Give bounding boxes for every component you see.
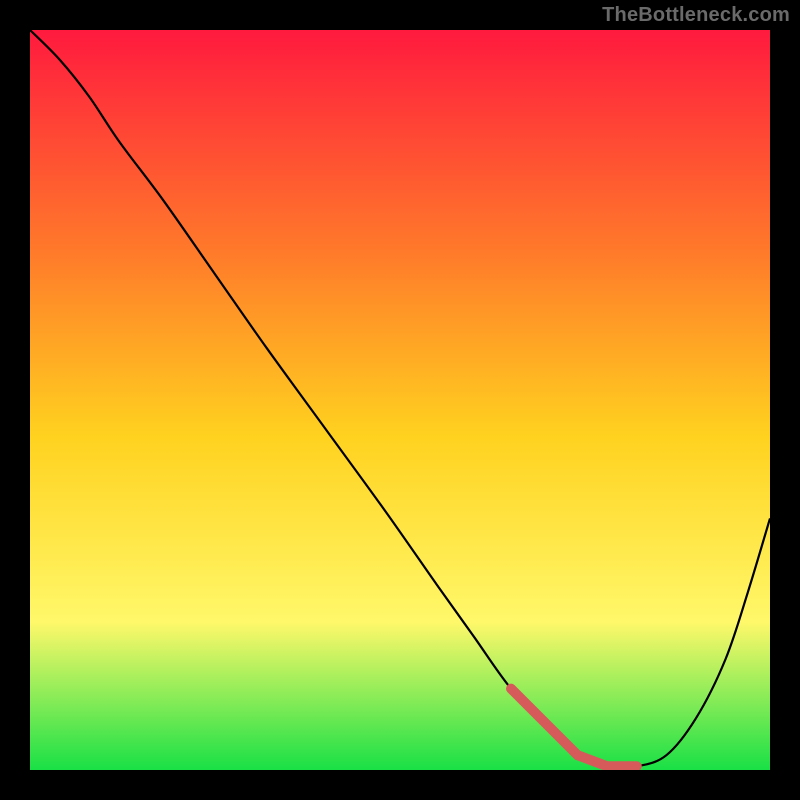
watermark-text: TheBottleneck.com: [602, 4, 790, 27]
gradient-background: [30, 30, 770, 770]
chart-frame: TheBottleneck.com: [0, 0, 800, 800]
chart-svg: [30, 30, 770, 770]
plot-area: [30, 30, 770, 770]
